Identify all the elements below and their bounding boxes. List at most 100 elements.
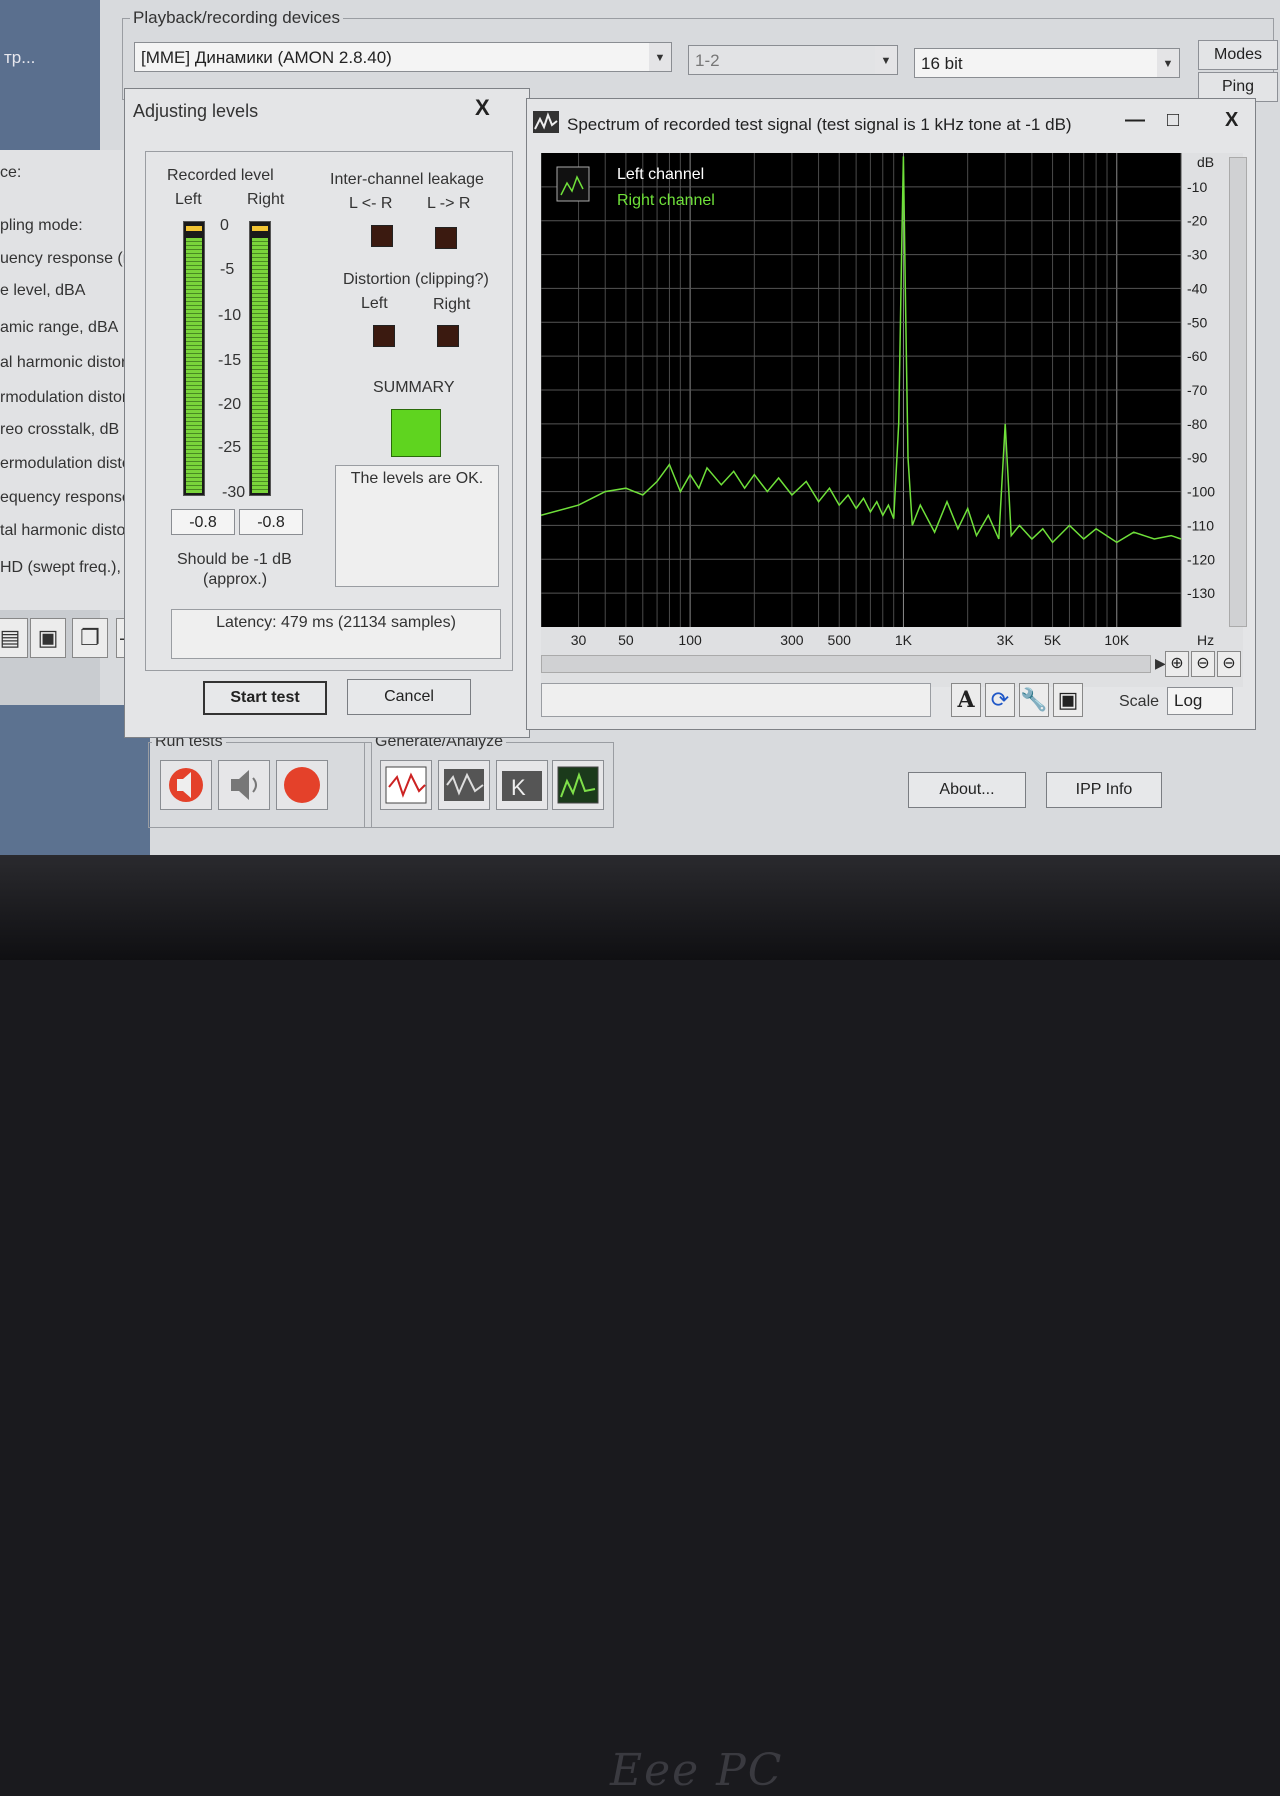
record-button[interactable] (276, 760, 328, 810)
list-item[interactable]: rmodulation distorti (0, 389, 135, 407)
distortion-left-indicator (373, 325, 395, 347)
scale-tick: -30 (222, 484, 246, 501)
y-tick-label: -130 (1187, 585, 1215, 601)
spectrum-window-icon (533, 111, 559, 133)
y-tick-label: -90 (1187, 450, 1207, 466)
font-icon[interactable]: A (951, 683, 981, 717)
analyze-wave-button[interactable] (438, 760, 490, 810)
summary-label: SUMMARY (373, 379, 455, 396)
y-tick-label: -20 (1187, 213, 1207, 229)
list-item[interactable]: HD (swept freq.), % (0, 559, 140, 577)
summary-indicator (391, 409, 441, 457)
list-item[interactable]: amic range, dBA (0, 319, 118, 337)
adjusting-levels-dialog: Adjusting levels X Recorded level Left R… (124, 88, 530, 738)
device-select-value: [MME] Динамики (AMON 2.8.40) (141, 48, 392, 67)
right-level-fill (252, 238, 268, 493)
x-tick-label: 5K (1044, 632, 1062, 648)
svg-text:K: K (511, 775, 526, 800)
list-item[interactable]: pling mode: (0, 217, 83, 235)
playback-group-title: Playback/recording devices (130, 8, 343, 28)
y-tick-label: -80 (1187, 416, 1207, 432)
distortion-left-label: Left (361, 295, 388, 312)
x-axis-label: Hz (1197, 632, 1214, 648)
x-tick-label: 300 (780, 632, 804, 648)
chevron-down-icon[interactable]: ▼ (649, 43, 671, 71)
channel-select[interactable]: 1-2 ▼ (688, 45, 898, 75)
y-tick-label: -70 (1187, 382, 1207, 398)
close-icon[interactable]: X (475, 95, 490, 121)
leakage-r-label: L -> R (427, 195, 471, 212)
status-message: The levels are OK. (335, 465, 499, 587)
should-be-label: Should be -1 dB (177, 551, 292, 568)
x-tick-label: 30 (571, 632, 587, 648)
bits-select[interactable]: 16 bit ▼ (914, 48, 1180, 78)
save-icon[interactable]: ▣ (30, 618, 66, 658)
chevron-down-icon[interactable]: ▼ (1157, 49, 1179, 77)
modes-button[interactable]: Modes (1198, 40, 1278, 70)
waveform-icon (444, 769, 484, 801)
copy-icon[interactable]: ❐ (72, 618, 108, 658)
refresh-icon[interactable]: ⟳ (985, 683, 1015, 717)
list-item[interactable]: ermodulation distorti (0, 455, 144, 473)
run-test-icon[interactable] (160, 760, 212, 810)
ipp-info-button[interactable]: IPP Info (1046, 772, 1162, 808)
scale-tick: -25 (218, 439, 242, 456)
list-item[interactable]: ce: (0, 164, 21, 182)
y-tick-label: -40 (1187, 280, 1207, 296)
left-label: Left (175, 191, 202, 208)
spectrum-button[interactable] (552, 760, 604, 810)
right-level-value: -0.8 (239, 509, 303, 535)
distortion-right-indicator (437, 325, 459, 347)
close-icon[interactable]: X (1225, 109, 1238, 132)
maximize-icon[interactable]: □ (1167, 109, 1179, 132)
list-item[interactable]: uency response (r (0, 250, 128, 268)
scale-select[interactable]: Log (1167, 687, 1233, 715)
scale-tick: -5 (220, 261, 235, 278)
right-label: Right (247, 191, 285, 208)
x-tick-label: 100 (678, 632, 702, 648)
peak-cap (252, 226, 268, 231)
legend-icon (556, 166, 590, 202)
device-select[interactable]: [MME] Динамики (AMON 2.8.40) ▼ (134, 42, 672, 72)
save-icon[interactable]: ▣ (1053, 683, 1083, 717)
y-tick-label: -60 (1187, 348, 1207, 364)
vertical-scrollbar[interactable] (1229, 157, 1247, 627)
speaker-icon (231, 770, 257, 800)
zoom-reset-icon[interactable]: ⊖ (1217, 651, 1241, 677)
list-item[interactable]: al harmonic distortic (0, 354, 142, 372)
analyze-k-button[interactable]: K (496, 760, 548, 810)
chevron-down-icon[interactable]: ▼ (875, 46, 897, 74)
about-button[interactable]: About... (908, 772, 1026, 808)
minimize-icon[interactable]: — (1125, 109, 1145, 132)
open-folder-icon[interactable]: ▤ (0, 618, 28, 658)
scale-tick: 0 (220, 217, 229, 234)
approx-label: (approx.) (203, 571, 268, 588)
x-tick-label: 10K (1104, 632, 1130, 648)
list-item[interactable]: reo crosstalk, dB (0, 421, 119, 439)
horizontal-scrollbar[interactable] (541, 655, 1151, 673)
x-tick-label: 50 (618, 632, 634, 648)
waveform-icon (385, 766, 427, 804)
zoom-in-icon[interactable]: ⊕ (1165, 651, 1189, 677)
speaker-icon (169, 768, 203, 802)
start-test-button[interactable]: Start test (203, 681, 327, 715)
y-tick-label: -110 (1187, 517, 1214, 533)
status-field (541, 683, 931, 717)
spectrum-window: Spectrum of recorded test signal (test s… (526, 98, 1256, 730)
k-icon: K (502, 771, 542, 801)
scale-label: Scale (1119, 693, 1160, 710)
generate-wave-button[interactable] (380, 760, 432, 810)
cancel-button[interactable]: Cancel (347, 679, 471, 715)
dialog-title: Adjusting levels (133, 101, 259, 121)
right-level-meter (249, 221, 271, 496)
speaker-test-button[interactable] (218, 760, 270, 810)
spectrum-icon (557, 766, 599, 804)
recorded-level-label: Recorded level (167, 167, 274, 184)
screen: тр... Playback/recording devices [MME] Д… (0, 0, 1280, 860)
y-axis-label: dB (1197, 154, 1214, 170)
zoom-out-icon[interactable]: ⊖ (1191, 651, 1215, 677)
wrench-icon[interactable]: 🔧 (1019, 683, 1049, 717)
spectrum-plot-area: 30 50 100 300 500 1K 3K 5K 10K Hz dB -10 -20 -30 -40 -5… (540, 153, 1243, 687)
spectrum-chart[interactable]: 30 50 100 300 500 1K 3K 5K 10K Hz dB -10 -20 -30 -40 -5… (540, 153, 1243, 653)
list-item[interactable]: e level, dBA (0, 282, 85, 300)
